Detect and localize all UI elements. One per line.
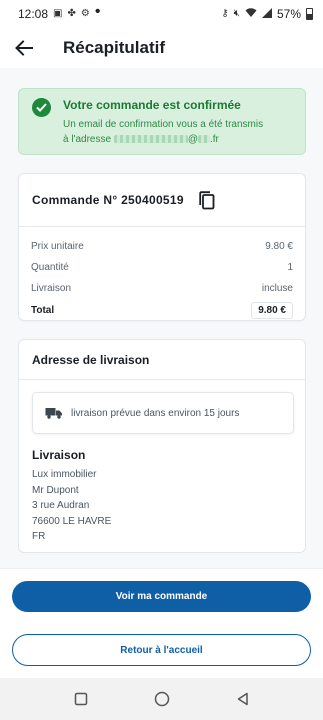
- address-line: Mr Dupont: [32, 484, 79, 496]
- status-right: ⚷ 🔇︎ 57%: [221, 7, 313, 21]
- row-value: incluse: [261, 283, 293, 294]
- address-line: 3 rue Audran: [32, 500, 90, 511]
- view-order-button[interactable]: Voir ma commande: [12, 581, 311, 612]
- redacted-email-domain: [197, 135, 210, 144]
- status-time: 12:08: [18, 7, 49, 21]
- home-button[interactable]: [147, 684, 177, 714]
- back-nav-button[interactable]: [228, 684, 258, 714]
- address-line: 76600 LE HAVRE: [32, 515, 112, 527]
- copy-icon: [199, 190, 215, 209]
- redacted-email-user: [113, 135, 188, 144]
- confirmation-line-1: Un email de confirmation vous a été tran…: [63, 119, 264, 130]
- mute-icon: 🔇︎: [233, 8, 240, 19]
- delivery-estimate-text: livraison prévue dans environ 15 jours: [71, 407, 240, 419]
- status-bar: 12:08 ▣ ✤ ⚙ • ⚷ 🔇︎ 57%: [0, 0, 323, 28]
- battery-icon: [306, 8, 313, 20]
- address-block: Livraison Lux immobilier Mr Dupont 3 rue…: [32, 448, 111, 545]
- confirmation-text: Un email de confirmation vous a été tran…: [63, 117, 295, 147]
- truck-icon: [45, 408, 62, 419]
- back-home-button[interactable]: Retour à l'accueil: [12, 634, 311, 666]
- gear-notification-icon: ⚙: [80, 8, 90, 19]
- recents-icon: [74, 692, 87, 706]
- order-row-quantity: Quantité 1: [31, 257, 293, 278]
- signal-icon: [261, 7, 272, 21]
- page-title: Récapitulatif: [63, 38, 166, 57]
- address-line: FR: [32, 531, 46, 542]
- confirmation-line-2: à l'adresse @ .fr: [63, 132, 295, 147]
- row-value: 9.80 €: [265, 241, 293, 252]
- home-circle-icon: [154, 691, 169, 707]
- copy-order-number-button[interactable]: [196, 189, 218, 211]
- more-notifications-icon: •: [94, 3, 101, 20]
- total-label: Total: [31, 304, 55, 316]
- total-value: 9.80 €: [251, 301, 293, 319]
- confirmation-title: Votre commande est confirmée: [63, 98, 241, 112]
- delivery-estimate: livraison prévue dans environ 15 jours: [32, 392, 294, 434]
- row-label: Quantité: [31, 262, 69, 273]
- row-label: Livraison: [31, 283, 72, 294]
- app-notification-icon: ✤: [67, 8, 76, 19]
- status-left: 12:08 ▣ ✤ ⚙ •: [18, 3, 101, 22]
- address-line: Lux immobilier: [32, 469, 97, 480]
- email-suffix: .fr: [209, 134, 219, 145]
- back-triangle-icon: [237, 692, 248, 706]
- arrow-left-icon: [15, 40, 33, 56]
- email-prefix: à l'adresse: [63, 134, 112, 145]
- system-nav-bar: [0, 678, 323, 720]
- wifi-icon: [245, 7, 257, 21]
- order-header: Commande N° 250400519: [19, 174, 305, 227]
- image-notification-icon: ▣: [53, 8, 63, 19]
- battery-percent: 57%: [276, 7, 301, 21]
- address-section-title: Adresse de livraison: [19, 340, 305, 380]
- order-number: Commande N° 250400519: [32, 193, 184, 207]
- order-rows: Prix unitaire 9.80 € Quantité 1 Livraiso…: [19, 227, 305, 321]
- app-header: Récapitulatif: [0, 28, 323, 68]
- row-label: Prix unitaire: [31, 241, 84, 252]
- order-row-total: Total 9.80 €: [31, 299, 293, 321]
- row-value: 1: [287, 262, 293, 273]
- key-icon: ⚷: [221, 8, 229, 19]
- back-button[interactable]: [0, 28, 48, 68]
- email-at: @: [187, 134, 198, 145]
- order-summary-card: Commande N° 250400519 Prix unitaire 9.80…: [18, 173, 306, 321]
- address-block-title: Livraison: [32, 448, 86, 462]
- bottom-actions: Voir ma commande Retour à l'accueil: [0, 568, 323, 678]
- delivery-address-card: Adresse de livraison livraison prévue da…: [18, 339, 306, 553]
- order-row-unit-price: Prix unitaire 9.80 €: [31, 236, 293, 257]
- confirmation-banner: Votre commande est confirmée Un email de…: [18, 88, 306, 155]
- check-circle-icon: [32, 98, 51, 117]
- recents-button[interactable]: [66, 684, 96, 714]
- order-row-delivery: Livraison incluse: [31, 278, 293, 299]
